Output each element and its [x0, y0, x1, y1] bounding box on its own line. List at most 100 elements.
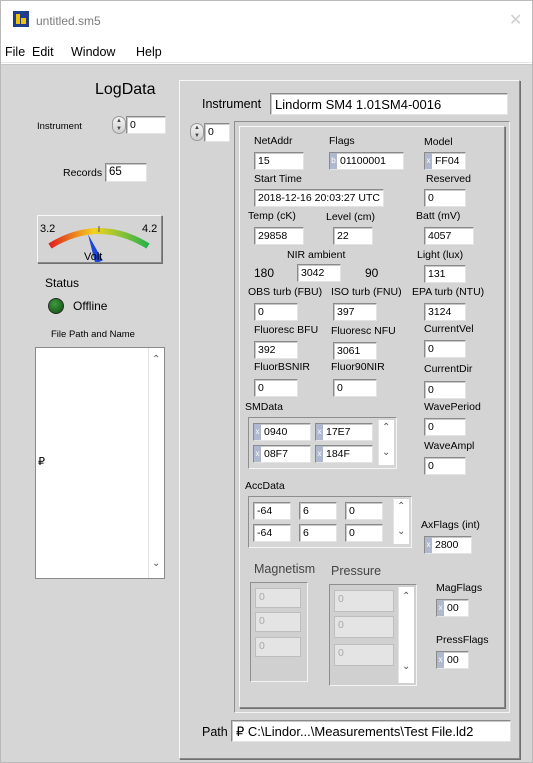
record-index-spinner[interactable]: ▲ ▼	[190, 123, 204, 141]
scroll-down-icon[interactable]: ⌄	[397, 526, 405, 537]
waveampl-field: 0	[424, 457, 466, 475]
status-led	[48, 298, 64, 314]
radix-indicator[interactable]: x	[437, 600, 444, 616]
pressure-cell: 0	[334, 616, 394, 638]
logdata-heading: LogData	[95, 81, 156, 98]
curvel-label: CurrentVel	[424, 323, 474, 335]
scroll-down-icon[interactable]: ⌄	[152, 558, 160, 569]
title-bar: untitled.sm5 ✕	[1, 1, 532, 41]
front-panel: LogData Instrument ▲ ▼ 0 Records 65 3.2 …	[1, 64, 532, 762]
axflags-label: AxFlags (int)	[421, 519, 480, 531]
smdata-array: x 0940 x 17E7 x 08F7 x 184F ⌃ ⌄	[248, 417, 397, 469]
app-window: untitled.sm5 ✕ File Edit Window Help Log…	[0, 0, 533, 763]
accdata-cell: -64	[253, 502, 291, 520]
nir-label: NIR ambient	[287, 249, 346, 261]
smdata-value: 17E7	[326, 426, 351, 438]
starttime-label: Start Time	[254, 173, 302, 185]
smdata-scrollbar[interactable]: ⌃ ⌄	[378, 420, 394, 465]
pressure-scrollbar[interactable]: ⌃ ⌄	[398, 587, 414, 683]
menu-edit[interactable]: Edit	[32, 45, 54, 59]
up-arrow-icon[interactable]: ▲	[113, 117, 125, 125]
accdata-cell: -64	[253, 524, 291, 542]
netaddr-field: 15	[254, 152, 304, 170]
instrument-spinner[interactable]: ▲ ▼	[112, 116, 126, 134]
magflags-label: MagFlags	[436, 582, 483, 594]
accdata-cell: 0	[345, 502, 383, 520]
smdata-value: 08F7	[264, 448, 288, 460]
pressflags-label: PressFlags	[436, 634, 489, 646]
smdata-cell: x 17E7	[315, 423, 373, 441]
radix-indicator[interactable]: b	[330, 153, 337, 169]
pressure-cell: 0	[334, 644, 394, 666]
light-field: 131	[424, 265, 466, 283]
fbsnir-label: FluorBSNIR	[254, 361, 311, 373]
smdata-cell: x 0940	[253, 423, 311, 441]
flags-label: Flags	[329, 135, 355, 147]
magflags-field: x 00	[436, 599, 469, 617]
obs-field: 0	[254, 303, 298, 321]
fbsnir-field: 0	[254, 379, 298, 397]
list-item-glyph: ₽	[38, 456, 45, 468]
level-field: 22	[333, 227, 373, 245]
epa-field: 3124	[424, 303, 466, 321]
record-cluster: NetAddr Flags Model 15 b 01100001 x FF04 S…	[234, 121, 510, 713]
record-index-input[interactable]: 0	[204, 123, 230, 142]
epa-label: EPA turb (NTU)	[412, 286, 485, 298]
radix-indicator[interactable]: x	[316, 424, 323, 440]
obs-label: OBS turb (FBU)	[248, 286, 323, 298]
file-path-list[interactable]: ₽ ⌃ ⌄	[35, 347, 165, 579]
radix-indicator[interactable]: x	[254, 446, 261, 462]
up-arrow-icon[interactable]: ▲	[191, 124, 203, 132]
filepath-label: File Path and Name	[51, 329, 135, 340]
iso-label: ISO turb (FNU)	[331, 286, 402, 298]
smdata-value: 184F	[326, 448, 350, 460]
menu-help[interactable]: Help	[136, 45, 162, 59]
magflags-value: 00	[447, 602, 459, 614]
accdata-cell: 6	[299, 502, 337, 520]
nir-90-label: 90	[365, 266, 379, 280]
radix-indicator[interactable]: x	[254, 424, 261, 440]
menu-bar: File Edit Window Help	[1, 41, 532, 63]
scroll-down-icon[interactable]: ⌄	[402, 661, 410, 672]
batt-label: Batt (mV)	[416, 210, 461, 222]
waveper-label: WavePeriod	[424, 401, 481, 413]
pressure-label: Pressure	[331, 564, 382, 578]
f90nir-label: Fluor90NIR	[331, 361, 385, 373]
flags-field: b 01100001	[329, 152, 404, 170]
volt-gauge: 3.2 4.2 Volt	[37, 215, 162, 264]
accdata-cell: 0	[345, 524, 383, 542]
records-value: 65	[105, 163, 147, 182]
radix-indicator[interactable]: x	[316, 446, 323, 462]
status-label: Status	[45, 276, 80, 290]
accdata-array: -64 6 0 -64 6 0 ⌃ ⌄	[248, 496, 412, 548]
fnfu-label: Fluoresc NFU	[331, 325, 396, 337]
gauge-max-label: 4.2	[142, 223, 157, 235]
radix-indicator[interactable]: x	[425, 153, 432, 169]
scroll-down-icon[interactable]: ⌄	[382, 447, 390, 458]
scroll-up-icon[interactable]: ⌃	[152, 354, 160, 365]
axflags-value: 2800	[435, 539, 459, 551]
pressflags-field: x 00	[436, 651, 469, 669]
magnetism-array: 0 0 0	[250, 582, 308, 682]
menu-window[interactable]: Window	[71, 45, 115, 59]
smdata-cell: x 08F7	[253, 445, 311, 463]
reserved-label: Reserved	[426, 173, 471, 185]
down-arrow-icon[interactable]: ▼	[191, 132, 203, 140]
close-icon[interactable]: ✕	[509, 10, 522, 29]
scroll-up-icon[interactable]: ⌃	[382, 422, 390, 433]
status-text: Offline	[73, 299, 108, 313]
fbfu-label: Fluoresc BFU	[254, 324, 319, 336]
temp-field: 29858	[254, 227, 304, 245]
file-list-scrollbar[interactable]: ⌃ ⌄	[148, 348, 164, 578]
down-arrow-icon[interactable]: ▼	[113, 125, 125, 133]
accdata-scrollbar[interactable]: ⌃ ⌄	[393, 499, 409, 544]
scroll-up-icon[interactable]: ⌃	[402, 591, 410, 602]
scroll-up-icon[interactable]: ⌃	[397, 501, 405, 512]
smdata-value: 0940	[264, 426, 288, 438]
accdata-cell: 6	[299, 524, 337, 542]
menu-file[interactable]: File	[5, 45, 25, 59]
radix-indicator[interactable]: x	[437, 652, 444, 668]
radix-indicator[interactable]: x	[425, 537, 432, 553]
instrument-selector-input[interactable]: 0	[126, 116, 166, 134]
model-label: Model	[424, 136, 453, 148]
